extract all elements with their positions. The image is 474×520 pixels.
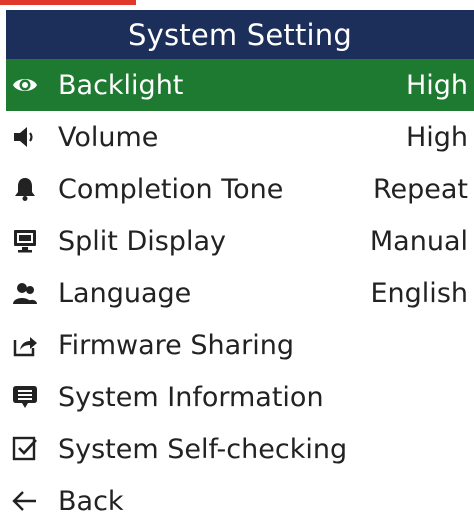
top-accent-bar xyxy=(0,0,136,5)
menu-item-label: System Self-checking xyxy=(58,433,348,465)
settings-menu: Backlight High Volume High Completion To… xyxy=(6,59,474,520)
menu-item-back[interactable]: Back xyxy=(6,475,474,520)
share-icon xyxy=(12,332,38,358)
menu-item-completion-tone[interactable]: Completion Tone Repeat xyxy=(6,163,474,215)
menu-item-backlight[interactable]: Backlight High xyxy=(6,59,474,111)
users-icon xyxy=(12,280,38,306)
menu-item-value: High xyxy=(405,121,468,153)
message-icon xyxy=(12,384,38,410)
page-title: System Setting xyxy=(128,18,352,52)
menu-item-system-information[interactable]: System Information xyxy=(6,371,474,423)
menu-item-label: Back xyxy=(58,485,124,517)
speaker-icon xyxy=(12,124,38,150)
menu-item-value: English xyxy=(370,277,469,309)
menu-item-volume[interactable]: Volume High xyxy=(6,111,474,163)
menu-item-label: Firmware Sharing xyxy=(58,329,294,361)
arrow-left-icon xyxy=(12,488,38,514)
header-bar: System Setting xyxy=(6,10,474,60)
menu-item-split-display[interactable]: Split Display Manual xyxy=(6,215,474,267)
menu-item-firmware-sharing[interactable]: Firmware Sharing xyxy=(6,319,474,371)
menu-item-system-self-checking[interactable]: System Self-checking xyxy=(6,423,474,475)
bell-icon xyxy=(12,176,38,202)
menu-item-label: System Information xyxy=(58,381,324,413)
checkbox-icon xyxy=(12,436,38,462)
monitor-icon xyxy=(12,228,38,254)
menu-item-value: Manual xyxy=(369,225,468,257)
eye-icon xyxy=(12,72,38,98)
menu-item-value: High xyxy=(405,69,468,101)
menu-item-value: Repeat xyxy=(372,173,468,205)
menu-item-language[interactable]: Language English xyxy=(6,267,474,319)
